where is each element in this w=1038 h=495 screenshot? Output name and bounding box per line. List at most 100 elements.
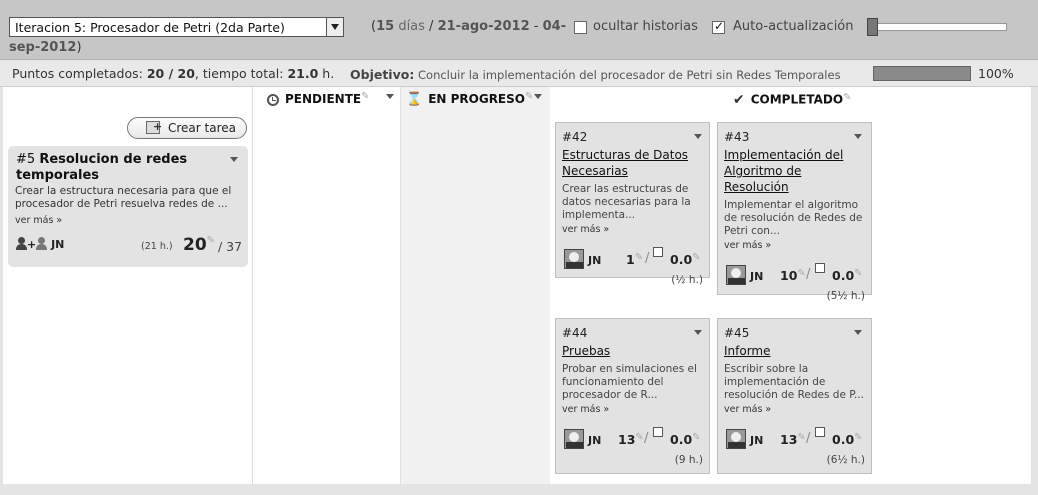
edit-pencil-icon: ✎ — [692, 432, 701, 443]
task-card-43[interactable]: #43 Implementación del Algoritmo de Reso… — [717, 122, 872, 302]
task-points-value: 1 — [626, 252, 635, 267]
task-title[interactable]: Estructuras de Datos Necesarias — [562, 147, 702, 179]
avatar — [564, 429, 584, 449]
separator: / — [645, 251, 650, 266]
points-label: Puntos completados: — [12, 66, 143, 81]
pending-column: PENDIENTE✎ — [253, 87, 401, 484]
story-points[interactable]: 20✎ — [183, 235, 215, 255]
task-remaining[interactable]: 0.0✎ — [832, 432, 863, 447]
task-card-44[interactable]: #44 Pruebas Probar en simulaciones el fu… — [555, 318, 710, 474]
task-remaining-value: 0.0 — [832, 432, 855, 447]
story-card[interactable]: #5 Resolucion de redes temporales Crear … — [8, 146, 248, 267]
remaining-time-icon — [815, 263, 825, 273]
task-number: #45 — [724, 326, 750, 340]
task-menu-icon[interactable] — [854, 330, 862, 335]
task-title[interactable]: Informe — [724, 343, 864, 359]
task-number: #44 — [562, 326, 588, 340]
in-progress-column: ⌛ EN PROGRESO✎ — [401, 87, 550, 484]
story-title[interactable]: #5 Resolucion de redes temporales — [16, 152, 216, 184]
task-user: JN — [750, 434, 764, 447]
progress-fill — [874, 67, 970, 80]
in-progress-title: EN PROGRESO — [428, 92, 525, 106]
task-remaining-value: 0.0 — [832, 268, 855, 283]
pending-header: PENDIENTE✎ — [267, 91, 370, 106]
edit-pencil-icon: ✎ — [854, 268, 863, 279]
edit-pencil-icon: ✎ — [854, 432, 863, 443]
in-progress-menu-icon[interactable] — [534, 94, 542, 99]
story-hours: (21 h.) — [141, 241, 173, 252]
points-value: 20 / 20 — [146, 66, 195, 81]
task-card-42[interactable]: #42 Estructuras de Datos Necesarias Crea… — [555, 122, 710, 286]
task-menu-icon[interactable] — [854, 134, 862, 139]
task-card-45[interactable]: #45 Informe Escribir sobre la implementa… — [717, 318, 872, 474]
task-points[interactable]: 13✎ — [780, 432, 806, 447]
separator: / — [806, 267, 811, 282]
chevron-down-icon[interactable] — [326, 18, 343, 36]
date-end-part2: sep-2012 — [9, 40, 77, 55]
story-column: Crear tarea #5 Resolucion de redes tempo… — [3, 87, 253, 484]
time-unit: h. — [322, 66, 335, 81]
zoom-slider-thumb[interactable] — [867, 18, 878, 36]
time-label: tiempo total: — [202, 66, 284, 81]
task-hours: (6½ h.) — [826, 454, 865, 466]
edit-pencil-icon: ✎ — [843, 91, 852, 103]
task-user: JN — [588, 254, 602, 267]
avatar — [726, 429, 746, 449]
date-start: 21-ago-2012 — [437, 19, 530, 34]
iteration-select[interactable]: Iteracion 5: Procesador de Petri (2da Pa… — [9, 17, 344, 37]
task-remaining-value: 0.0 — [670, 252, 693, 267]
auto-refresh-label: Auto-actualización — [733, 19, 854, 34]
task-board: Crear tarea #5 Resolucion de redes tempo… — [3, 87, 1031, 484]
taskboard-window: Iteracion 5: Procesador de Petri (2da Pa… — [0, 0, 1038, 495]
points-summary: Puntos completados: 20 / 20, tiempo tota… — [12, 66, 335, 81]
checkmark-icon: ✔ — [733, 92, 745, 108]
task-remaining[interactable]: 0.0✎ — [832, 268, 863, 283]
completed-header: ✔ COMPLETADO✎ — [733, 91, 852, 109]
story-points-total: / 37 — [218, 239, 243, 254]
edit-pencil-icon: ✎ — [524, 91, 534, 102]
task-more-link[interactable]: ver más » — [724, 404, 771, 415]
story-more-link[interactable]: ver más » — [15, 215, 62, 226]
remaining-time-icon — [653, 427, 663, 437]
create-task-label: Crear tarea — [168, 121, 236, 135]
task-remaining[interactable]: 0.0✎ — [670, 252, 701, 267]
task-more-link[interactable]: ver más » — [562, 224, 609, 235]
edit-pencil-icon: ✎ — [206, 235, 216, 246]
edit-pencil-icon: ✎ — [361, 91, 370, 102]
task-points[interactable]: 1✎ — [626, 252, 643, 267]
story-number: #5 — [16, 152, 36, 167]
goal-label: Objetivo: — [350, 67, 415, 82]
edit-pencil-icon: ✎ — [692, 252, 701, 263]
hide-stories-label: ocultar historias — [593, 19, 698, 34]
remaining-time-icon — [815, 427, 825, 437]
task-more-link[interactable]: ver más » — [562, 404, 609, 415]
task-points-value: 10 — [780, 268, 798, 283]
task-remaining[interactable]: 0.0✎ — [670, 432, 701, 447]
auto-refresh-checkbox[interactable] — [712, 19, 725, 34]
create-task-button[interactable]: Crear tarea — [127, 117, 247, 139]
days-count: 15 — [376, 19, 395, 34]
task-menu-icon[interactable] — [694, 134, 702, 139]
task-description: Implementar el algoritmo de resolución d… — [724, 199, 863, 237]
zoom-slider-track[interactable] — [867, 23, 1007, 31]
date-range: (15 días / 21-ago-2012 - 04- — [371, 19, 567, 34]
separator: / — [806, 431, 811, 446]
task-title[interactable]: Pruebas — [562, 343, 702, 359]
task-more-link[interactable]: ver más » — [724, 240, 771, 251]
remaining-time-icon — [653, 247, 663, 257]
pending-menu-icon[interactable] — [386, 94, 394, 99]
story-title-text: Resolucion de redes temporales — [16, 152, 188, 183]
hide-stories-checkbox[interactable] — [574, 21, 587, 34]
iteration-progress-bar — [873, 66, 971, 81]
story-users: + JN — [16, 237, 64, 251]
add-user-icon[interactable] — [36, 237, 48, 250]
task-title[interactable]: Implementación del Algoritmo de Resoluci… — [724, 147, 864, 195]
task-number: #42 — [562, 130, 588, 144]
task-points[interactable]: 13✎ — [618, 432, 644, 447]
date-range-tail: sep-2012) — [9, 40, 82, 55]
task-menu-icon[interactable] — [694, 330, 702, 335]
user-icon — [16, 237, 27, 250]
progress-percent: 100% — [978, 66, 1014, 81]
task-points[interactable]: 10✎ — [780, 268, 806, 283]
story-menu-icon[interactable] — [230, 157, 238, 162]
